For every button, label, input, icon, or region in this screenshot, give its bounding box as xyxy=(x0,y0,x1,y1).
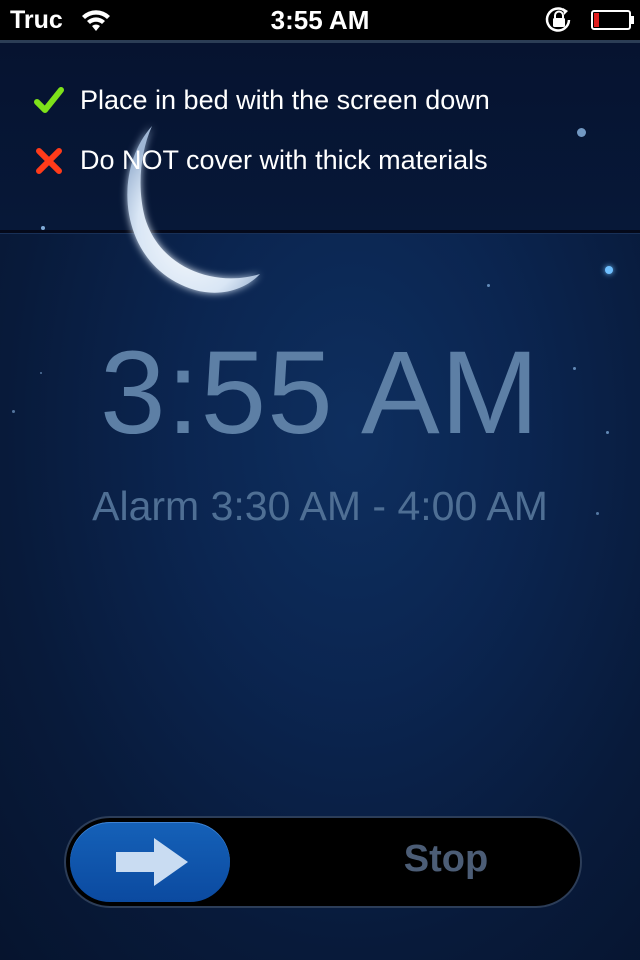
instruction-text: Do NOT cover with thick materials xyxy=(80,145,488,175)
instruction-text: Place in bed with the screen down xyxy=(80,85,490,115)
panel-divider xyxy=(0,230,640,233)
arrow-right-icon xyxy=(116,838,188,886)
star xyxy=(487,284,490,287)
status-bar: Truc 3:55 AM xyxy=(0,0,640,40)
check-icon xyxy=(34,86,64,113)
slider-label: Stop xyxy=(403,838,489,880)
star xyxy=(577,128,586,137)
instruction-item: Do NOT cover with thick materials xyxy=(34,145,488,176)
instruction-item: Place in bed with the screen down xyxy=(34,85,490,116)
cross-icon xyxy=(36,147,62,174)
battery-icon xyxy=(591,10,634,30)
stop-slider[interactable]: Stop xyxy=(64,816,582,908)
star xyxy=(605,266,613,274)
rotation-lock-icon xyxy=(545,7,571,32)
slider-knob[interactable] xyxy=(70,822,230,902)
star xyxy=(41,226,45,230)
current-time: 3:55 AM xyxy=(100,327,540,459)
instructions-panel xyxy=(0,43,640,230)
alarm-range: Alarm 3:30 AM - 4:00 AM xyxy=(92,483,548,529)
